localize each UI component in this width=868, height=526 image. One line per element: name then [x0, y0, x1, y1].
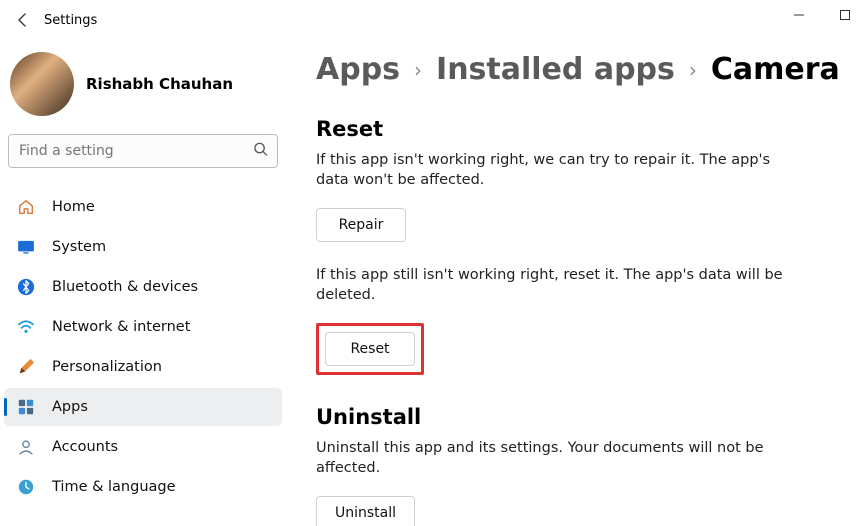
nav-apps[interactable]: Apps	[4, 388, 282, 426]
nav-label: Accounts	[52, 439, 118, 455]
back-button[interactable]	[8, 5, 38, 35]
minimize-button[interactable]	[776, 0, 822, 30]
clock-icon	[16, 477, 36, 497]
apps-icon	[16, 397, 36, 417]
search-input[interactable]	[8, 134, 278, 168]
repair-button[interactable]: Repair	[316, 208, 406, 242]
maximize-icon	[839, 9, 851, 21]
search-field[interactable]	[8, 134, 278, 168]
nav-network[interactable]: Network & internet	[4, 308, 282, 346]
nav-label: System	[52, 239, 106, 255]
nav-bluetooth[interactable]: Bluetooth & devices	[4, 268, 282, 306]
breadcrumb-current: Camera	[711, 52, 840, 87]
nav: Home System Bluetooth & devices Network …	[4, 188, 282, 506]
nav-label: Apps	[52, 399, 88, 415]
window-title: Settings	[44, 13, 97, 28]
nav-label: Personalization	[52, 359, 162, 375]
nav-home[interactable]: Home	[4, 188, 282, 226]
nav-label: Home	[52, 199, 95, 215]
reset-description: If this app still isn't working right, r…	[316, 266, 786, 305]
wifi-icon	[16, 317, 36, 337]
minimize-icon	[793, 9, 805, 21]
chevron-right-icon: ›	[414, 58, 422, 82]
uninstall-heading: Uninstall	[316, 405, 844, 429]
nav-label: Time & language	[52, 479, 176, 495]
titlebar: Settings	[0, 0, 868, 40]
reset-button[interactable]: Reset	[325, 332, 415, 366]
avatar	[10, 52, 74, 116]
nav-accounts[interactable]: Accounts	[4, 428, 282, 466]
accounts-icon	[16, 437, 36, 457]
main-content: Apps › Installed apps › Camera Reset If …	[286, 40, 868, 526]
search-icon	[253, 142, 268, 161]
nav-system[interactable]: System	[4, 228, 282, 266]
user-profile[interactable]: Rishabh Chauhan	[4, 44, 282, 134]
maximize-button[interactable]	[822, 0, 868, 30]
nav-label: Bluetooth & devices	[52, 279, 198, 295]
arrow-left-icon	[15, 12, 31, 28]
uninstall-button[interactable]: Uninstall	[316, 496, 415, 526]
nav-personalization[interactable]: Personalization	[4, 348, 282, 386]
sidebar: Rishabh Chauhan Home System Bluetooth & …	[0, 40, 286, 526]
reset-heading: Reset	[316, 117, 844, 141]
breadcrumb: Apps › Installed apps › Camera	[316, 52, 844, 87]
chevron-right-icon: ›	[689, 58, 697, 82]
paintbrush-icon	[16, 357, 36, 377]
user-name: Rishabh Chauhan	[86, 75, 233, 93]
window-controls	[776, 0, 868, 30]
home-icon	[16, 197, 36, 217]
breadcrumb-apps[interactable]: Apps	[316, 52, 400, 87]
system-icon	[16, 237, 36, 257]
breadcrumb-installed[interactable]: Installed apps	[436, 52, 675, 87]
nav-label: Network & internet	[52, 319, 190, 335]
reset-highlight: Reset	[316, 323, 424, 375]
uninstall-description: Uninstall this app and its settings. You…	[316, 439, 786, 478]
bluetooth-icon	[16, 277, 36, 297]
repair-description: If this app isn't working right, we can …	[316, 151, 786, 190]
nav-time[interactable]: Time & language	[4, 468, 282, 506]
